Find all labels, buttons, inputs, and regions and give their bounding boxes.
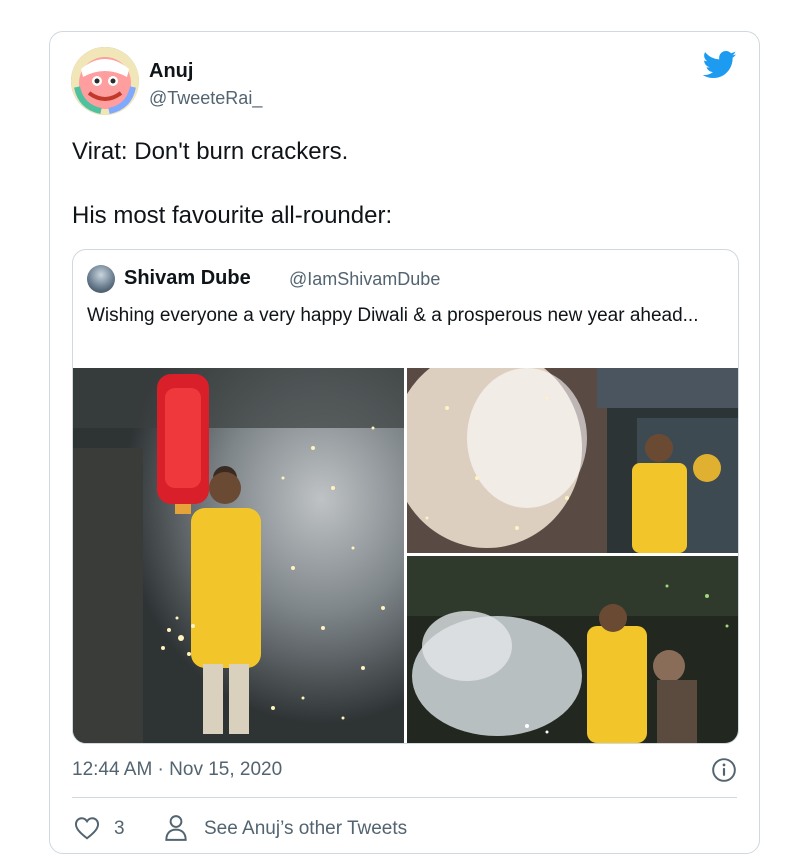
author-avatar[interactable] bbox=[71, 47, 139, 115]
divider bbox=[72, 797, 737, 798]
tweet-timestamp[interactable]: 12:44 AM · Nov 15, 2020 bbox=[72, 759, 282, 781]
tweet-line-1: Virat: Don't burn crackers. bbox=[72, 138, 349, 165]
quoted-author-handle: @IamShivamDube bbox=[289, 269, 441, 289]
quoted-tweet[interactable]: Shivam Dube @IamShivamDube Wishing every… bbox=[72, 249, 739, 744]
heart-icon[interactable] bbox=[74, 816, 100, 840]
twitter-bird-icon[interactable] bbox=[703, 50, 737, 80]
colorful-portrait-avatar-image bbox=[71, 47, 139, 115]
person-icon[interactable] bbox=[163, 814, 189, 842]
quoted-author-avatar bbox=[87, 265, 115, 293]
photo-smoke[interactable] bbox=[407, 556, 738, 743]
author-name[interactable]: Anuj bbox=[149, 60, 193, 83]
like-count[interactable]: 3 bbox=[114, 818, 125, 840]
quoted-author-name: Shivam Dube bbox=[124, 267, 251, 289]
photo-fireworks[interactable] bbox=[407, 368, 738, 553]
quoted-media-grid bbox=[73, 368, 738, 743]
tweet-text: Virat: Don't burn crackers. His most fav… bbox=[72, 137, 732, 231]
quoted-tweet-text: Wishing everyone a very happy Diwali & a… bbox=[87, 305, 699, 326]
photo-lantern-sparkler[interactable] bbox=[73, 368, 404, 743]
info-icon[interactable] bbox=[711, 757, 737, 783]
embedded-tweet-card: Anuj @TweeteRai_ Virat: Don't burn crack… bbox=[49, 31, 760, 854]
author-handle[interactable]: @TweeteRai_ bbox=[149, 88, 262, 109]
tweet-line-2: His most favourite all-rounder: bbox=[72, 202, 393, 229]
see-other-tweets-link[interactable]: See Anuj’s other Tweets bbox=[204, 818, 407, 840]
